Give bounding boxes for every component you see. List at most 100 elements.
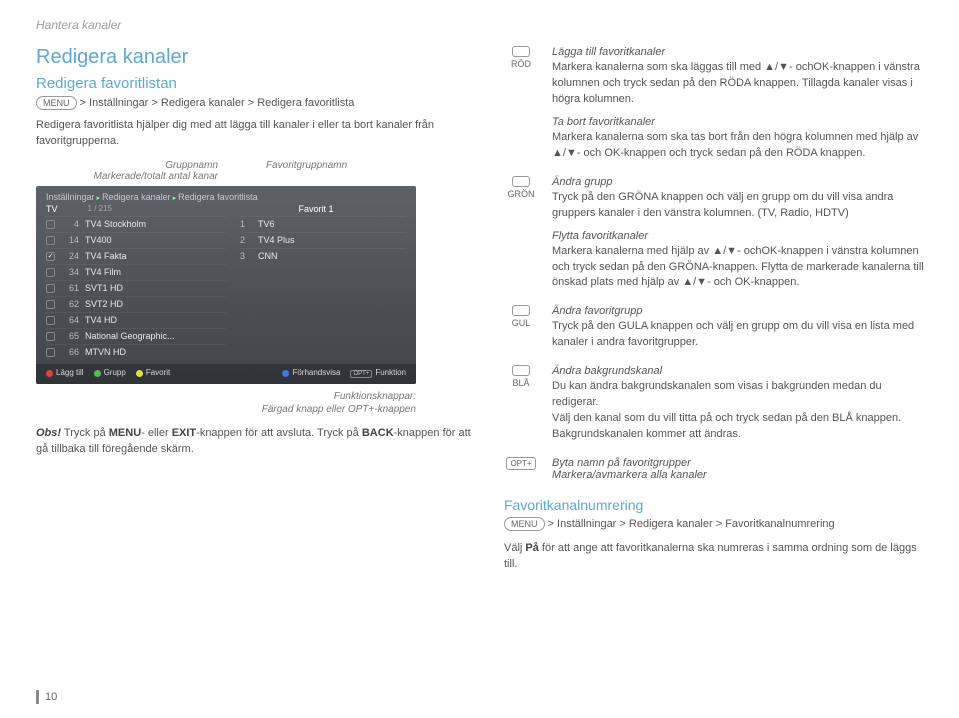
blue-key-icon: [512, 365, 530, 376]
green-body-2: Markera kanalerna med hjälp av ▲/▼- ochO…: [552, 244, 931, 292]
channel-name: National Geographic...: [85, 331, 226, 341]
bottom-2: för att ange att favoritkanalerna ska nu…: [504, 542, 917, 570]
page-title: Redigera kanaler: [36, 46, 476, 69]
green-body-1: Tryck på den GRÖNA knappen och välj en g…: [552, 190, 931, 222]
ss-foot-group: Grupp: [104, 368, 126, 377]
fav-num: 3: [240, 251, 252, 261]
channel-num: 61: [61, 283, 79, 293]
checkbox-icon: [46, 348, 55, 357]
list-item: 34 TV4 Film: [46, 264, 226, 280]
section-subtitle: Redigera favoritlistan: [36, 75, 476, 92]
green-dot-icon: [94, 370, 101, 377]
page-header: Hantera kanaler: [36, 18, 931, 32]
checkbox-icon: [46, 284, 55, 293]
below-anno-1: Funktionsknappar:: [334, 391, 416, 402]
channel-num: 64: [61, 315, 79, 325]
channel-name: TV4 HD: [85, 315, 226, 325]
obs-t1: Tryck på: [61, 427, 109, 439]
channel-name: TV4 Film: [85, 267, 226, 277]
page-number: 10: [36, 690, 57, 704]
ss-foot-preview: Förhandsvisa: [292, 368, 340, 377]
screenshot-annotation-top: Gruppnamn Markerade/totalt antal kanar F…: [36, 160, 476, 182]
channel-num: 65: [61, 331, 79, 341]
red-key-label: RÖD: [504, 59, 538, 69]
checkbox-icon: [46, 332, 55, 341]
ss-bc1: Inställningar: [46, 192, 95, 202]
menu-path-2: MENU > Inställningar > Redigera kanaler …: [504, 517, 931, 531]
menu-path-1: MENU > Inställningar > Redigera kanaler …: [36, 96, 476, 110]
fav-name: TV4 Plus: [258, 235, 406, 245]
menu-badge-icon: MENU: [36, 96, 77, 110]
ss-bc2: Redigera kanaler: [102, 192, 171, 202]
list-item: 1 TV6: [240, 216, 406, 232]
red-title-2: Ta bort favoritkanaler: [552, 116, 931, 128]
anno-favgroupname: Favoritgruppnamn: [266, 160, 347, 171]
anno-marked: Markerade/totalt antal kanar: [93, 171, 218, 182]
list-item: 3 CNN: [240, 248, 406, 264]
red-body-2: Markera kanalerna som ska tas bort från …: [552, 130, 931, 162]
red-key-icon: [512, 46, 530, 57]
screenshot-annotation-bottom: Funktionsknappar: Färgad knapp eller OPT…: [36, 390, 476, 416]
list-item: 64 TV4 HD: [46, 312, 226, 328]
channel-num: 66: [61, 347, 79, 357]
checkbox-icon: [46, 220, 55, 229]
blue-key-label: BLÅ: [504, 378, 538, 388]
checkbox-icon: [46, 268, 55, 277]
list-item: 2 TV4 Plus: [240, 232, 406, 248]
list-item: 4TV4 Stockholm: [46, 216, 226, 232]
obs-note: Obs! Tryck på MENU- eller EXIT-knappen f…: [36, 426, 476, 458]
list-item: 66 MTVN HD: [46, 344, 226, 360]
fav-num: 2: [240, 235, 252, 245]
ss-foot-add: Lägg till: [56, 368, 84, 377]
green-title-2: Flytta favoritkanaler: [552, 230, 931, 242]
channel-num: 24: [61, 251, 79, 261]
opt-plus-icon: OPT+: [350, 370, 372, 378]
checkbox-icon: [46, 236, 55, 245]
path-text-2: > Inställningar > Redigera kanaler > Fav…: [545, 518, 835, 530]
ss-breadcrumb: Inställningar▸Redigera kanaler▸Redigera …: [36, 192, 416, 204]
yellow-key-icon: [512, 305, 530, 316]
green-key-label: GRÖN: [504, 189, 538, 199]
blue-dot-icon: [282, 370, 289, 377]
yellow-key-label: GUL: [504, 318, 538, 328]
tv-screenshot: Inställningar▸Redigera kanaler▸Redigera …: [36, 186, 416, 384]
favnum-heading: Favoritkanalnumrering: [504, 497, 931, 513]
menu-badge-icon-2: MENU: [504, 517, 545, 531]
yellow-body: Tryck på den GULA knappen och välj en gr…: [552, 319, 931, 351]
fav-name: TV6: [258, 219, 406, 229]
fav-name: CNN: [258, 251, 406, 261]
obs-label: Obs!: [36, 427, 61, 439]
ss-bc3: Redigera favoritlista: [178, 192, 258, 202]
bottom-1: Välj: [504, 542, 525, 554]
red-title-1: Lägga till favoritkanaler: [552, 46, 931, 58]
checkbox-icon: [46, 316, 55, 325]
channel-name: TV400: [85, 235, 226, 245]
channel-num: 62: [61, 299, 79, 309]
list-item: 14TV400: [46, 232, 226, 248]
below-anno-2: Färgad knapp eller OPT+-knappen: [262, 404, 416, 415]
ss-foot-fav: Favorit: [146, 368, 170, 377]
red-dot-icon: [46, 370, 53, 377]
path-text: > Inställningar > Redigera kanaler > Red…: [77, 97, 355, 109]
list-item: 62SVT2 HD: [46, 296, 226, 312]
opt-key-icon: OPT+: [506, 457, 535, 470]
bottom-pa: På: [525, 542, 538, 554]
obs-menu: MENU: [109, 427, 141, 439]
channel-num: 4: [61, 219, 79, 229]
intro-text: Redigera favoritlista hjälper dig med at…: [36, 118, 476, 150]
fav-num: 1: [240, 219, 252, 229]
channel-name: MTVN HD: [85, 347, 226, 357]
obs-t2: - eller: [141, 427, 172, 439]
ss-foot-func: Funktion: [375, 368, 406, 377]
list-item: ✓ 24 TV4 Fakta: [46, 248, 226, 264]
anno-groupname: Gruppnamn: [165, 160, 218, 171]
channel-name: SVT1 HD: [85, 283, 226, 293]
ss-footer: Lägg till Grupp Favorit Förhandsvisa OPT…: [36, 364, 416, 384]
ss-count: 1 / 215: [88, 204, 112, 213]
favnum-body: Välj På för att ange att favoritkanalern…: [504, 541, 931, 573]
checkbox-icon: [46, 300, 55, 309]
checkbox-icon: ✓: [46, 252, 55, 261]
channel-name: TV4 Fakta: [85, 251, 226, 261]
channel-num: 34: [61, 267, 79, 277]
obs-t3: -knappen för att avsluta. Tryck på: [196, 427, 362, 439]
